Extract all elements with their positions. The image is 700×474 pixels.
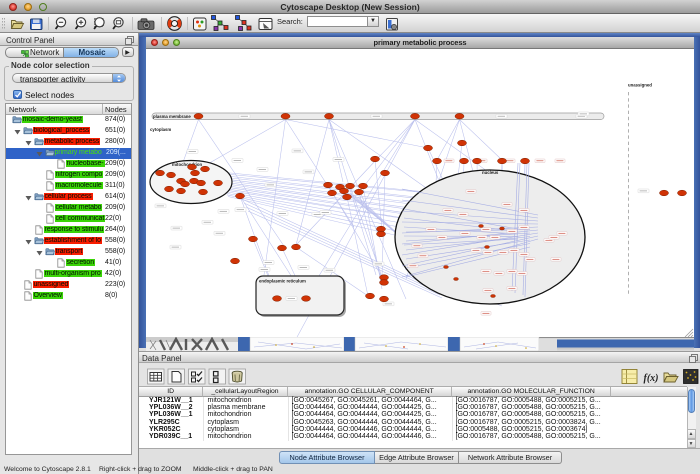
svg-text:endoplasmic reticulum: endoplasmic reticulum <box>259 278 306 283</box>
svg-text:mitochondrion: mitochondrion <box>172 162 202 167</box>
svg-text:unassigned: unassigned <box>628 82 652 87</box>
svg-text:f(x): f(x) <box>644 373 659 384</box>
svg-text:nucleus: nucleus <box>482 170 499 175</box>
svg-text:cytoplasm: cytoplasm <box>150 127 171 132</box>
svg-text:plasma membrane: plasma membrane <box>153 114 191 119</box>
